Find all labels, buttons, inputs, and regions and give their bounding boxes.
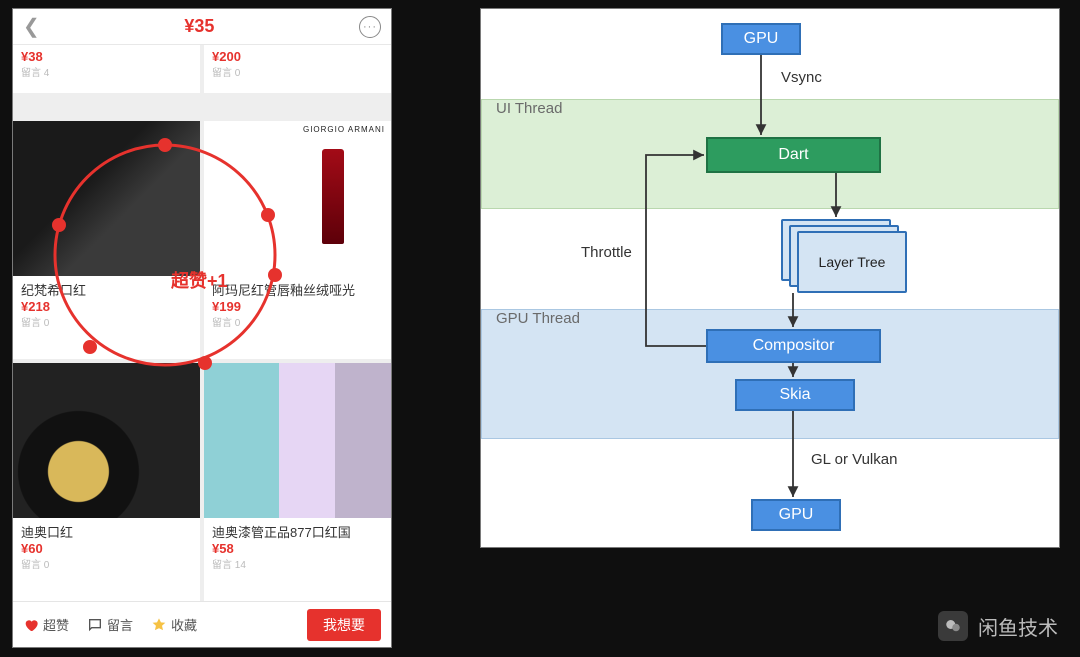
product-card[interactable]: ¥200 留言 0: [204, 45, 391, 93]
like-label: 超赞: [43, 615, 69, 634]
back-icon[interactable]: ❮: [23, 14, 40, 39]
product-price: ¥60: [21, 541, 192, 556]
want-button[interactable]: 我想要: [307, 609, 381, 641]
product-comments: 留言 0: [21, 556, 192, 571]
product-image: [204, 121, 391, 276]
product-price: ¥58: [212, 541, 383, 556]
action-bar: 超赞 留言 收藏 我想要: [13, 601, 391, 647]
message-label: 留言: [107, 615, 133, 634]
app-topbar: ❮ ¥35 ···: [13, 9, 391, 45]
wechat-icon: [938, 611, 968, 641]
product-price: ¥199: [212, 299, 383, 314]
product-card[interactable]: 迪奥漆管正品877口红国 ¥58 留言 14: [204, 363, 391, 601]
product-grid: ¥38 留言 4 ¥200 留言 0 纪梵希口红 ¥218 留言 0 阿玛尼红管…: [13, 45, 391, 601]
watermark: 闲鱼技术: [938, 611, 1058, 641]
product-card[interactable]: 阿玛尼红管唇釉丝绒哑光 ¥199 留言 0: [204, 121, 391, 359]
product-comments: 留言 0: [212, 64, 383, 79]
edge-throttle-label: Throttle: [581, 244, 632, 261]
favorite-label: 收藏: [171, 615, 197, 634]
product-image: [204, 363, 391, 518]
want-label: 我想要: [323, 617, 365, 633]
product-image: [13, 363, 200, 518]
product-name: 迪奥口红: [21, 522, 192, 541]
product-name: 纪梵希口红: [21, 280, 192, 299]
product-name: 迪奥漆管正品877口红国: [212, 522, 383, 541]
chat-icon: [87, 617, 103, 633]
flutter-pipeline-diagram: UI Thread GPU Thread GPU Dart Compositor…: [480, 8, 1060, 548]
product-image: [13, 121, 200, 276]
product-card[interactable]: 纪梵希口红 ¥218 留言 0: [13, 121, 200, 359]
product-name: 阿玛尼红管唇釉丝绒哑光: [212, 280, 383, 299]
product-price: ¥38: [21, 49, 192, 64]
mobile-app-screenshot: ❮ ¥35 ··· ¥38 留言 4 ¥200 留言 0 纪梵希口红 ¥218 …: [12, 8, 392, 648]
edge-vsync-label: Vsync: [781, 69, 822, 86]
message-button[interactable]: 留言: [87, 615, 133, 634]
page-title: ¥35: [184, 16, 214, 37]
product-comments: 留言 4: [21, 64, 192, 79]
product-comments: 留言 14: [212, 556, 383, 571]
diagram-arrows: [481, 9, 1059, 547]
like-button[interactable]: 超赞: [23, 615, 69, 634]
product-comments: 留言 0: [21, 314, 192, 329]
product-price: ¥200: [212, 49, 383, 64]
product-comments: 留言 0: [212, 314, 383, 329]
edge-gl-label: GL or Vulkan: [811, 451, 897, 468]
star-icon: [151, 617, 167, 633]
favorite-button[interactable]: 收藏: [151, 615, 197, 634]
product-card[interactable]: 迪奥口红 ¥60 留言 0: [13, 363, 200, 601]
heart-icon: [23, 617, 39, 633]
more-icon[interactable]: ···: [359, 16, 381, 38]
product-card[interactable]: ¥38 留言 4: [13, 45, 200, 93]
watermark-text: 闲鱼技术: [978, 612, 1058, 641]
product-price: ¥218: [21, 299, 192, 314]
